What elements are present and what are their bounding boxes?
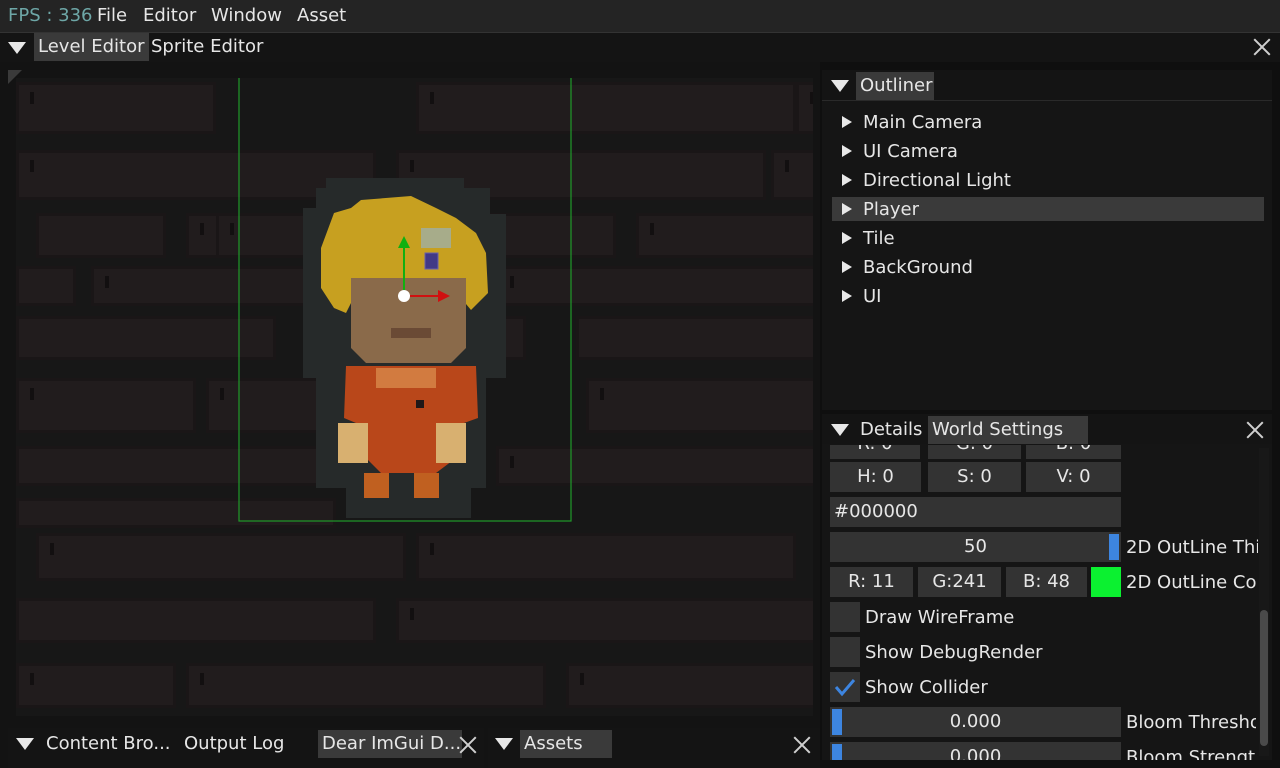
checkmark-icon <box>834 679 856 697</box>
dock-menu-icon[interactable] <box>16 738 34 750</box>
bloom-strength-value: 0.000 <box>949 746 1002 760</box>
show-debugrender-checkbox[interactable] <box>830 637 860 667</box>
details-content: R: 0 G: 0 B: 0 H: 0 S: 0 V: 0 #000000 50… <box>822 445 1258 760</box>
outline-thickness-value: 50 <box>964 536 987 557</box>
dock-menu-icon[interactable] <box>8 42 26 54</box>
menu-bar: FPS : 336 File Editor Window Asset <box>0 0 1280 33</box>
outline-color-r-field[interactable]: R: 11 <box>830 567 913 597</box>
menu-file[interactable]: File <box>97 5 127 26</box>
expand-arrow-icon[interactable] <box>842 174 852 186</box>
outliner-tab-bar: Outliner <box>822 70 1272 101</box>
show-debugrender-label: Show DebugRender <box>865 642 1043 663</box>
assets-dock: Assets <box>488 728 820 768</box>
hsv-h-field[interactable]: H: 0 <box>830 462 921 492</box>
details-tab-bar: Details World Settings <box>822 414 1272 444</box>
outliner-item-tile[interactable]: Tile <box>832 226 1264 250</box>
outliner-item-directional-light[interactable]: Directional Light <box>832 168 1264 192</box>
expand-arrow-icon[interactable] <box>842 232 852 244</box>
tab-level-editor[interactable]: Level Editor <box>34 33 149 61</box>
outline-thickness-label: 2D OutLine Thi <box>1126 537 1258 558</box>
tab-assets[interactable]: Assets <box>520 730 612 758</box>
scene-viewport[interactable] <box>16 78 813 716</box>
outliner-item-main-camera[interactable]: Main Camera <box>832 110 1264 134</box>
expand-arrow-icon[interactable] <box>842 290 852 302</box>
close-icon[interactable] <box>1246 421 1264 439</box>
tab-outliner[interactable]: Outliner <box>856 72 934 100</box>
tab-details[interactable]: Details <box>856 416 926 444</box>
dock-menu-icon[interactable] <box>831 80 849 92</box>
menu-editor[interactable]: Editor <box>143 5 196 26</box>
scrollbar-thumb[interactable] <box>1260 610 1268 746</box>
draw-wireframe-checkbox[interactable] <box>830 602 860 632</box>
outline-color-b-field[interactable]: B: 48 <box>1006 567 1087 597</box>
outliner-item-background[interactable]: BackGround <box>832 255 1264 279</box>
slider-grab-icon[interactable] <box>1109 534 1119 560</box>
outliner-item-player[interactable]: Player <box>832 197 1264 221</box>
details-scrollbar[interactable] <box>1259 448 1269 756</box>
expand-arrow-icon[interactable] <box>842 145 852 157</box>
rgb-g-field[interactable]: G: 0 <box>928 445 1021 459</box>
menu-asset[interactable]: Asset <box>297 5 346 26</box>
bloom-strength-slider[interactable]: 0.000 <box>830 742 1121 760</box>
bloom-strength-label: Bloom Strength <box>1126 747 1256 760</box>
hex-color-input[interactable]: #000000 <box>830 497 1121 527</box>
fps-counter: FPS : 336 <box>8 5 93 26</box>
tab-output-log[interactable]: Output Log <box>180 730 288 758</box>
tab-dear-imgui-demo[interactable]: Dear ImGui D... <box>318 730 462 758</box>
outliner-item-ui-camera[interactable]: UI Camera <box>832 139 1264 163</box>
expand-arrow-icon[interactable] <box>842 203 852 215</box>
show-collider-checkbox[interactable] <box>830 672 860 702</box>
scene-overlay <box>238 78 572 522</box>
tab-content-browser[interactable]: Content Bro... <box>42 730 175 758</box>
close-icon[interactable] <box>1253 38 1271 56</box>
menu-window[interactable]: Window <box>211 5 282 26</box>
color-swatch[interactable] <box>1091 567 1121 597</box>
close-icon[interactable] <box>793 736 811 754</box>
tab-world-settings[interactable]: World Settings <box>928 416 1088 444</box>
content-browser-dock: Content Bro... Output Log Dear ImGui D..… <box>8 728 484 768</box>
rgb-b-field[interactable]: B: 0 <box>1026 445 1121 459</box>
rgb-r-field[interactable]: R: 0 <box>830 445 920 459</box>
slider-grab-icon[interactable] <box>832 709 842 735</box>
slider-grab-icon[interactable] <box>832 744 842 760</box>
outline-color-g-field[interactable]: G:241 <box>918 567 1001 597</box>
expand-arrow-icon[interactable] <box>842 261 852 273</box>
dock-menu-icon[interactable] <box>495 738 513 750</box>
draw-wireframe-label: Draw WireFrame <box>865 607 1015 628</box>
bloom-threshold-label: Bloom Thresho <box>1126 712 1256 733</box>
show-collider-label: Show Collider <box>865 677 988 698</box>
editor-tab-bar: Level Editor Sprite Editor <box>0 33 1280 62</box>
outliner-item-ui[interactable]: UI <box>832 284 1264 308</box>
close-icon[interactable] <box>459 736 477 754</box>
outline-thickness-slider[interactable]: 50 <box>830 532 1121 562</box>
expand-arrow-icon[interactable] <box>842 116 852 128</box>
bloom-threshold-value: 0.000 <box>949 711 1002 732</box>
dock-menu-icon[interactable] <box>831 424 849 436</box>
tab-sprite-editor[interactable]: Sprite Editor <box>147 33 267 61</box>
player-sprite <box>303 178 506 518</box>
outline-color-label: 2D OutLine Col <box>1126 572 1258 593</box>
hsv-v-field[interactable]: V: 0 <box>1026 462 1121 492</box>
hsv-s-field[interactable]: S: 0 <box>928 462 1021 492</box>
bloom-threshold-slider[interactable]: 0.000 <box>830 707 1121 737</box>
